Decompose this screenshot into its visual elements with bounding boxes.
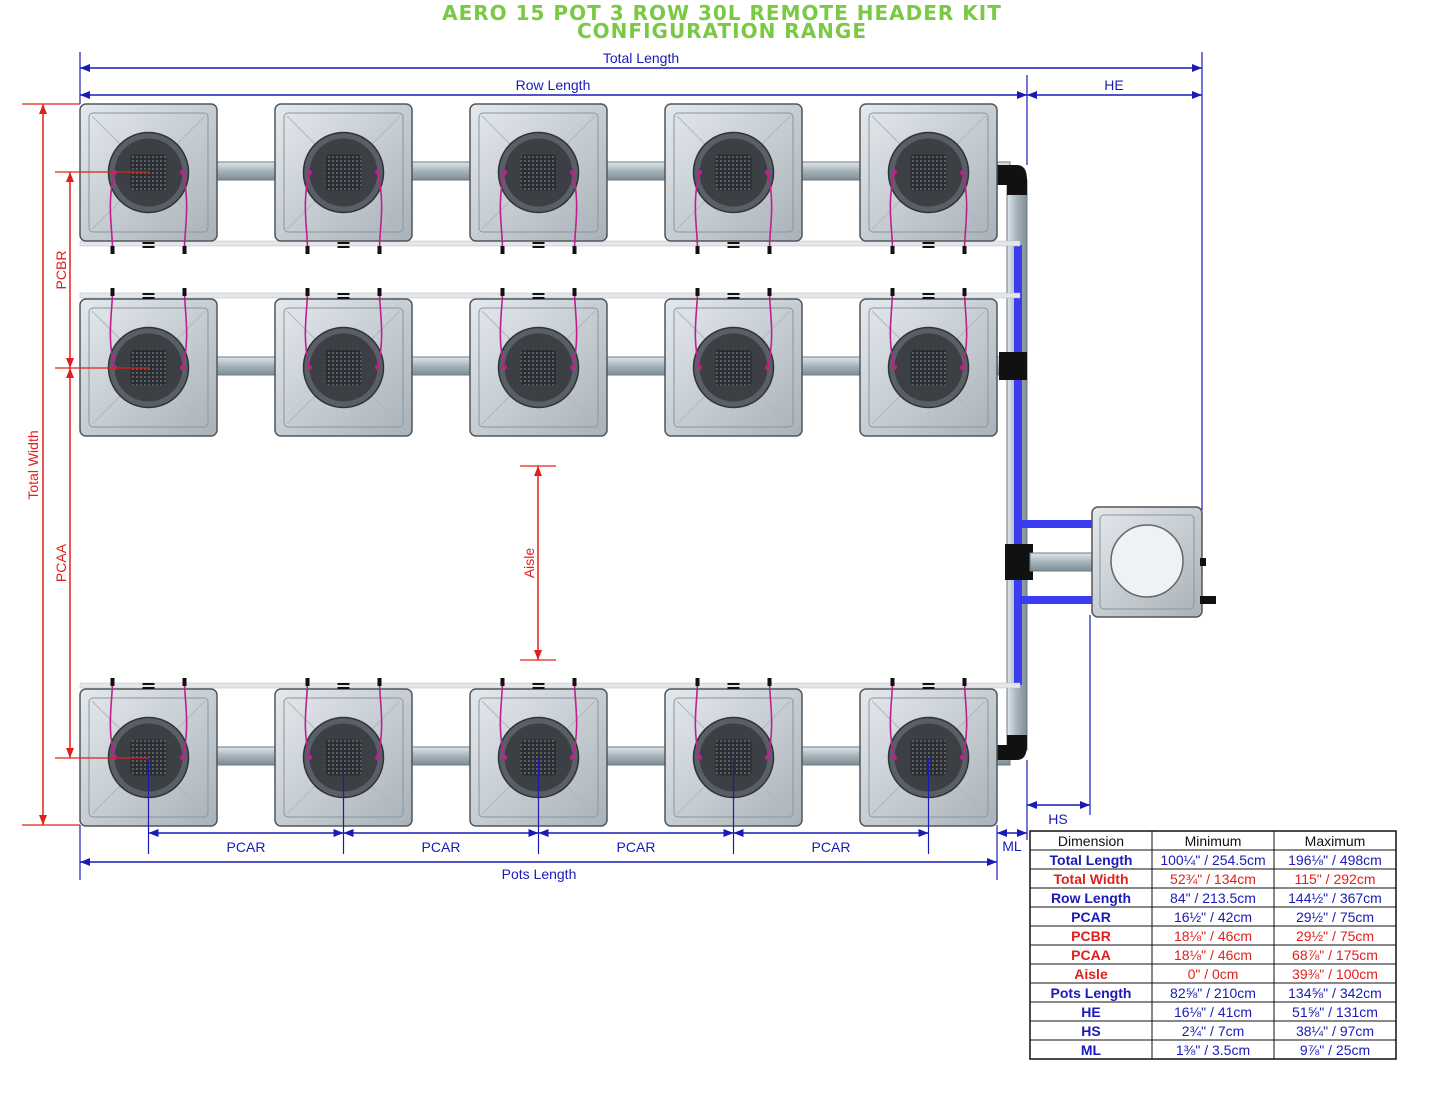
maximum-cell: 115" / 292cm (1295, 871, 1376, 887)
minimum-cell: 82⅝" / 210cm (1170, 985, 1256, 1001)
minimum-cell: 18⅛" / 46cm (1174, 928, 1252, 944)
dimension-total-length: Total Length (79, 50, 1203, 510)
pots-length-label: Pots Length (502, 866, 577, 882)
minimum-cell: 84" / 213.5cm (1170, 890, 1256, 906)
pots (79, 103, 998, 827)
pot-r1-c4 (664, 103, 803, 254)
total-length-label: Total Length (603, 50, 679, 66)
maximum-cell: 9⅞" / 25cm (1300, 1042, 1370, 1058)
minimum-cell: 52¾" / 134cm (1170, 871, 1256, 887)
dimension-name-cell: Pots Length (1051, 985, 1132, 1001)
table-header-2: Minimum (1185, 833, 1242, 849)
minimum-cell: 2¾" / 7cm (1182, 1023, 1245, 1039)
dimension-name-cell: PCBR (1071, 928, 1111, 944)
pot-r1-c3 (469, 103, 608, 254)
table-row: Pots Length 82⅝" / 210cm 134⅝" / 342cm (1051, 985, 1382, 1001)
maximum-cell: 39⅜" / 100cm (1292, 966, 1378, 982)
pot-r2-c4 (664, 288, 803, 437)
dimension-name-cell: Total Width (1053, 871, 1128, 887)
dimension-ml: ML (996, 825, 1027, 880)
dimension-table: Dimension Minimum Maximum Total Length 100¼"… (1029, 830, 1397, 1060)
dimension-name-cell: HE (1081, 1004, 1100, 1020)
maximum-cell: 29½" / 75cm (1296, 928, 1374, 944)
maximum-cell: 29½" / 75cm (1296, 909, 1374, 925)
diagram-title-line2: CONFIGURATION RANGE (577, 19, 867, 43)
minimum-cell: 0" / 0cm (1188, 966, 1239, 982)
minimum-cell: 16½" / 42cm (1174, 909, 1252, 925)
pot-r2-c5 (859, 288, 998, 437)
dimension-name-cell: PCAA (1071, 947, 1111, 963)
minimum-cell: 18⅛" / 46cm (1174, 947, 1252, 963)
pot-r1-c5 (859, 103, 998, 254)
maximum-cell: 134⅝" / 342cm (1288, 985, 1382, 1001)
pcar-label-2: PCAR (422, 839, 461, 855)
ml-label: ML (1002, 838, 1022, 854)
minimum-cell: 1⅜" / 3.5cm (1176, 1042, 1250, 1058)
dimension-name-cell: ML (1081, 1042, 1102, 1058)
pot-r2-c2 (274, 288, 413, 437)
pot-r2-c3 (469, 288, 608, 437)
he-label: HE (1104, 77, 1123, 93)
hs-label: HS (1048, 811, 1067, 827)
pcaa-label: PCAA (53, 543, 69, 582)
maximum-cell: 144½" / 367cm (1288, 890, 1382, 906)
table-header-3: Maximum (1305, 833, 1366, 849)
dimension-pcar: PCAR PCAR PCAR PCAR (147, 758, 930, 855)
dimension-he: HE (1027, 77, 1202, 99)
table-header-1: Dimension (1058, 833, 1124, 849)
pot-r2-c1 (79, 288, 218, 437)
row-length-label: Row Length (516, 77, 591, 93)
table-row: Total Length 100¼" / 254.5cm 196⅛" / 498cm (1050, 852, 1382, 868)
table-row: Row Length 84" / 213.5cm 144½" / 367cm (1051, 890, 1382, 906)
dimension-name-cell: Aisle (1074, 966, 1108, 982)
pot-r1-c2 (274, 103, 413, 254)
header-manifold (997, 165, 1033, 760)
maximum-cell: 51⅝" / 131cm (1292, 1004, 1378, 1020)
row-pipes (79, 161, 1011, 766)
dimension-name-cell: HS (1081, 1023, 1100, 1039)
dimension-aisle: Aisle (520, 465, 556, 661)
dimension-name-cell: Row Length (1051, 890, 1131, 906)
maximum-cell: 68⅞" / 175cm (1292, 947, 1378, 963)
minimum-cell: 100¼" / 254.5cm (1160, 852, 1265, 868)
dimension-hs: HS (1026, 615, 1091, 840)
pcar-label-4: PCAR (812, 839, 851, 855)
dimension-name-cell: Total Length (1050, 852, 1133, 868)
pot-r1-c1 (79, 103, 218, 254)
pcbr-label: PCBR (53, 251, 69, 290)
table-row: Total Width 52¾" / 134cm 115" / 292cm (1053, 871, 1375, 887)
remote-header-tank (1022, 506, 1216, 618)
configuration-diagram: AERO 15 POT 3 ROW 30L REMOTE HEADER KIT … (22, 1, 1397, 1060)
maximum-cell: 196⅛" / 498cm (1288, 852, 1382, 868)
aisle-label: Aisle (521, 548, 537, 579)
total-width-label: Total Width (25, 430, 41, 499)
pcar-label-3: PCAR (617, 839, 656, 855)
maximum-cell: 38¼" / 97cm (1296, 1023, 1374, 1039)
pcar-label-1: PCAR (227, 839, 266, 855)
minimum-cell: 16⅛" / 41cm (1174, 1004, 1252, 1020)
dimension-name-cell: PCAR (1071, 909, 1111, 925)
dimension-total-width: Total Width (22, 103, 80, 826)
